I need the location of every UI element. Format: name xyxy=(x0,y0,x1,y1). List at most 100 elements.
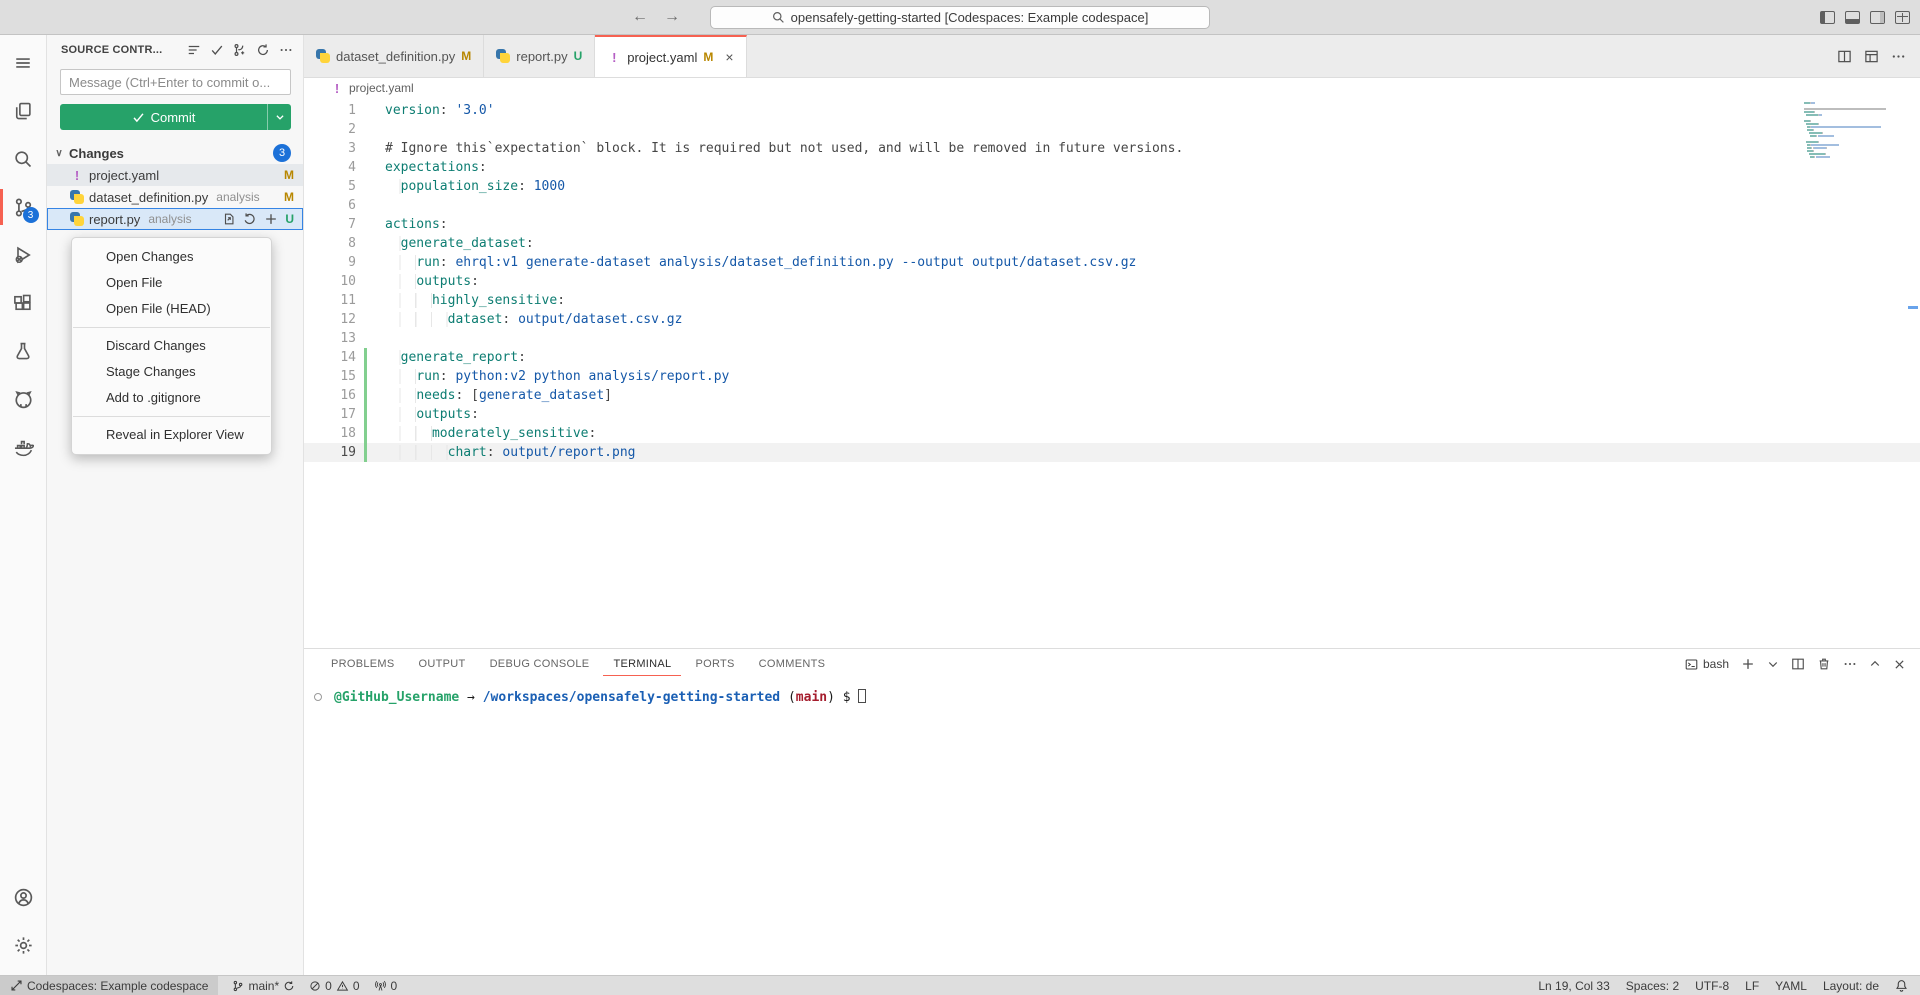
code-line[interactable]: 13 xyxy=(304,329,1920,348)
code-line[interactable]: 11 highly_sensitive: xyxy=(304,291,1920,310)
code-line[interactable]: 9 run: ehrql:v1 generate-dataset analysi… xyxy=(304,253,1920,272)
eol-status[interactable]: LF xyxy=(1745,979,1759,993)
more-actions-icon[interactable] xyxy=(1843,657,1857,671)
code-line[interactable]: 1version: '3.0' xyxy=(304,101,1920,120)
cursor-position[interactable]: Ln 19, Col 33 xyxy=(1538,979,1609,993)
command-center-search[interactable]: opensafely-getting-started [Codespaces: … xyxy=(710,6,1210,29)
terminal[interactable]: @GitHub_Username → /workspaces/opensafel… xyxy=(304,679,1920,975)
commit-dropdown-button[interactable] xyxy=(267,104,291,130)
problems-status[interactable]: 0 0 xyxy=(309,979,359,993)
settings-gear-icon[interactable] xyxy=(0,921,47,969)
code-line[interactable]: 15 run: python:v2 python analysis/report… xyxy=(304,367,1920,386)
code-line[interactable]: 6 xyxy=(304,196,1920,215)
branch-status[interactable]: main* xyxy=(232,979,295,993)
code-line[interactable]: 5 population_size: 1000 xyxy=(304,177,1920,196)
search-icon[interactable] xyxy=(0,135,47,183)
context-menu-item[interactable]: Reveal in Explorer View xyxy=(72,422,271,448)
layout-panel-icon[interactable] xyxy=(1845,11,1860,24)
context-menu-item[interactable]: Discard Changes xyxy=(72,333,271,359)
terminal-instance-chip[interactable]: bash xyxy=(1685,657,1729,671)
docker-icon[interactable] xyxy=(0,423,47,471)
launch-profile-chevron-icon[interactable] xyxy=(1767,658,1779,670)
ports-status[interactable]: 0 xyxy=(374,979,398,993)
commit-check-icon[interactable] xyxy=(210,43,224,57)
editor-scrollbar[interactable] xyxy=(1906,98,1920,648)
layout-sidebar-left-icon[interactable] xyxy=(1820,11,1835,24)
maximize-panel-icon[interactable] xyxy=(1869,658,1881,670)
view-and-sort-icon[interactable] xyxy=(187,43,201,57)
gutter-change-indicator xyxy=(364,120,367,139)
new-terminal-icon[interactable] xyxy=(1741,657,1755,671)
panel-tab-debug-console[interactable]: DEBUG CONSOLE xyxy=(480,652,600,676)
layout-sidebar-right-icon[interactable] xyxy=(1870,11,1885,24)
panel-tab-problems[interactable]: PROBLEMS xyxy=(321,652,405,676)
source-control-icon[interactable]: 3 xyxy=(0,183,47,231)
github-icon[interactable] xyxy=(0,375,47,423)
commit-button[interactable]: Commit xyxy=(60,104,291,130)
command-decoration-icon[interactable] xyxy=(314,693,322,701)
breadcrumb[interactable]: ! project.yaml xyxy=(304,78,1920,98)
code-line[interactable]: 14 generate_report: xyxy=(304,348,1920,367)
open-file-icon[interactable] xyxy=(222,212,236,226)
context-menu-item[interactable]: Open File (HEAD) xyxy=(72,296,271,322)
panel-tab-comments[interactable]: COMMENTS xyxy=(749,652,836,676)
keyboard-layout[interactable]: Layout: de xyxy=(1823,979,1879,993)
create-branch-icon[interactable] xyxy=(233,43,247,57)
context-menu-item[interactable]: Open Changes xyxy=(72,244,271,270)
forward-button[interactable]: → xyxy=(664,8,680,26)
run-debug-icon[interactable] xyxy=(0,231,47,279)
code-line[interactable]: 2 xyxy=(304,120,1920,139)
close-panel-icon[interactable] xyxy=(1893,658,1906,671)
code-editor[interactable]: 1version: '3.0'23# Ignore this`expectati… xyxy=(304,98,1920,648)
tab-project-yaml[interactable]: ! project.yaml M × xyxy=(595,35,746,77)
file-row-dataset-definition[interactable]: dataset_definition.py analysis M xyxy=(47,186,303,208)
code-line[interactable]: 12 dataset: output/dataset.csv.gz xyxy=(304,310,1920,329)
notifications-bell-icon[interactable] xyxy=(1895,979,1908,992)
code-line[interactable]: 18 moderately_sensitive: xyxy=(304,424,1920,443)
panel-tab-terminal[interactable]: TERMINAL xyxy=(603,652,681,676)
close-icon[interactable]: × xyxy=(725,49,733,65)
language-mode[interactable]: YAML xyxy=(1775,979,1807,993)
indentation-status[interactable]: Spaces: 2 xyxy=(1626,979,1679,993)
context-menu-item[interactable]: Stage Changes xyxy=(72,359,271,385)
split-editor-icon[interactable] xyxy=(1837,49,1852,64)
encoding-status[interactable]: UTF-8 xyxy=(1695,979,1729,993)
menu-icon[interactable] xyxy=(0,39,47,87)
extensions-icon[interactable] xyxy=(0,279,47,327)
refresh-icon[interactable] xyxy=(256,43,270,57)
tab-report-py[interactable]: report.py U xyxy=(484,35,595,77)
minimap[interactable] xyxy=(1804,102,1904,159)
changes-section-header[interactable]: ∨ Changes 3 xyxy=(47,142,303,164)
context-menu-item[interactable]: Add to .gitignore xyxy=(72,385,271,411)
discard-changes-icon[interactable] xyxy=(243,212,257,226)
code-line[interactable]: 3# Ignore this`expectation` block. It is… xyxy=(304,139,1920,158)
code-line[interactable]: 17 outputs: xyxy=(304,405,1920,424)
code-text: actions: xyxy=(385,215,448,234)
code-line[interactable]: 16 needs: [generate_dataset] xyxy=(304,386,1920,405)
context-menu-item[interactable]: Open File xyxy=(72,270,271,296)
code-line[interactable]: 10 outputs: xyxy=(304,272,1920,291)
code-line[interactable]: 4expectations: xyxy=(304,158,1920,177)
panel-tab-output[interactable]: OUTPUT xyxy=(409,652,476,676)
panel-tab-ports[interactable]: PORTS xyxy=(685,652,744,676)
file-row-project-yaml[interactable]: ! project.yaml M xyxy=(47,164,303,186)
more-actions-icon[interactable] xyxy=(279,43,293,57)
commit-message-input[interactable] xyxy=(60,69,291,95)
code-line[interactable]: 19 chart: output/report.png xyxy=(304,443,1920,462)
accounts-icon[interactable] xyxy=(0,873,47,921)
customize-layout-icon[interactable] xyxy=(1895,11,1910,24)
back-button[interactable]: ← xyxy=(632,8,648,26)
split-terminal-icon[interactable] xyxy=(1791,657,1805,671)
kill-terminal-icon[interactable] xyxy=(1817,657,1831,671)
remote-indicator[interactable]: Codespaces: Example codespace xyxy=(0,976,218,995)
code-line[interactable]: 8 generate_dataset: xyxy=(304,234,1920,253)
testing-icon[interactable] xyxy=(0,327,47,375)
layout-icon[interactable] xyxy=(1864,49,1879,64)
more-actions-icon[interactable] xyxy=(1891,49,1906,64)
code-line[interactable]: 7actions: xyxy=(304,215,1920,234)
breadcrumb-item[interactable]: project.yaml xyxy=(349,81,414,95)
stage-changes-icon[interactable] xyxy=(264,212,278,226)
file-row-report-py[interactable]: report.py analysis U xyxy=(47,208,303,230)
explorer-icon[interactable] xyxy=(0,87,47,135)
tab-dataset-definition[interactable]: dataset_definition.py M xyxy=(304,35,484,77)
